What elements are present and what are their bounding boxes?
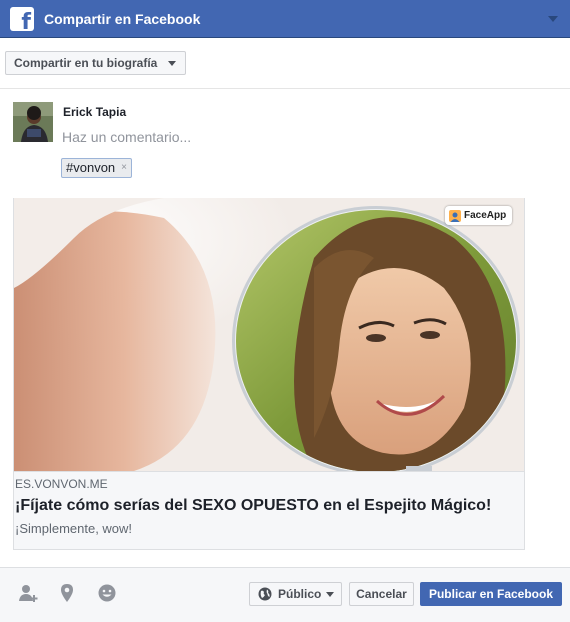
globe-icon xyxy=(258,587,272,601)
remove-hashtag-icon[interactable]: × xyxy=(121,159,127,177)
share-target-label: Compartir en tu biografía xyxy=(14,56,158,70)
faceapp-label: FaceApp xyxy=(464,210,507,221)
caret-down-icon xyxy=(326,592,334,597)
link-preview-card[interactable]: FaceApp ES.VONVON.ME ¡Fíjate cómo serías… xyxy=(13,198,525,550)
user-name: Erick Tapia xyxy=(63,105,127,119)
avatar xyxy=(13,102,53,142)
tag-friends-icon[interactable] xyxy=(17,582,39,604)
share-target-dropdown[interactable]: Compartir en tu biografía xyxy=(5,51,187,75)
link-preview-image: FaceApp xyxy=(14,198,524,471)
faceapp-logo-icon xyxy=(449,209,461,222)
chevron-down-icon[interactable] xyxy=(548,16,558,22)
audience-selector-button[interactable]: Público xyxy=(249,582,342,606)
caret-down-icon xyxy=(168,61,177,66)
hashtag-token[interactable]: #vonvon × xyxy=(61,158,132,178)
publish-button[interactable]: Publicar en Facebook xyxy=(420,582,562,606)
cancel-button[interactable]: Cancelar xyxy=(349,582,414,606)
feeling-emoji-icon[interactable] xyxy=(96,582,118,604)
location-pin-icon[interactable] xyxy=(56,582,78,604)
comment-input[interactable] xyxy=(62,127,542,147)
link-description: ¡Simplemente, wow! xyxy=(15,521,133,536)
link-meta: ES.VONVON.ME ¡Fíjate cómo serías del SEX… xyxy=(14,471,524,549)
dialog-title: Compartir en Facebook xyxy=(44,11,201,27)
audience-label: Público xyxy=(278,587,322,601)
dialog-title-bar: f Compartir en Facebook xyxy=(0,0,570,38)
facebook-f-icon: f xyxy=(10,7,34,31)
dialog-footer: Público Cancelar Publicar en Facebook xyxy=(0,567,570,622)
faceapp-badge: FaceApp xyxy=(445,206,513,225)
link-title[interactable]: ¡Fíjate cómo serías del SEXO OPUESTO en … xyxy=(15,496,524,516)
hashtag-text: #vonvon xyxy=(66,160,116,175)
divider xyxy=(0,88,570,89)
link-domain: ES.VONVON.ME xyxy=(15,477,108,491)
